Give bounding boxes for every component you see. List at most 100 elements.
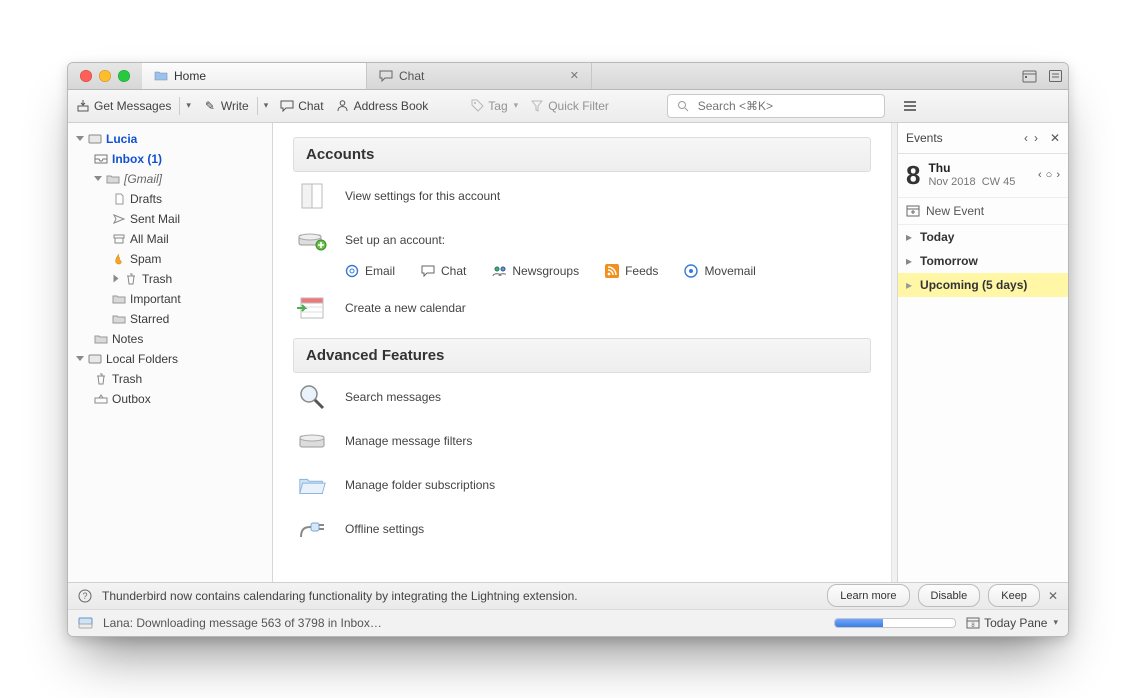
offline-settings-label: Offline settings <box>345 522 424 536</box>
download-icon <box>76 99 90 113</box>
rss-icon <box>605 264 619 278</box>
sidebar-outbox[interactable]: Outbox <box>72 389 272 409</box>
outbox-icon <box>94 393 108 405</box>
sidebar-drafts[interactable]: Drafts <box>72 189 272 209</box>
day-weekday: Thu <box>928 161 1015 175</box>
notes-label: Notes <box>112 332 143 346</box>
notification-text: Thunderbird now contains calendaring fun… <box>102 589 578 603</box>
get-messages-label: Get Messages <box>94 99 171 113</box>
sidebar-spam[interactable]: Spam <box>72 249 272 269</box>
manage-filters-label: Manage message filters <box>345 434 472 448</box>
group-icon <box>492 264 506 278</box>
events-tomorrow[interactable]: ▸ Tomorrow <box>898 249 1068 273</box>
progress-bar <box>834 618 956 628</box>
chat-button[interactable]: Chat <box>280 99 323 113</box>
events-title: Events <box>906 131 943 145</box>
sidebar-inbox[interactable]: Inbox (1) <box>72 149 272 169</box>
view-settings-link[interactable]: View settings for this account <box>297 182 867 210</box>
events-next-icon[interactable]: › <box>1034 131 1038 145</box>
sidebar-gmail[interactable]: [Gmail] <box>72 169 272 189</box>
quick-filter-button[interactable]: Quick Filter <box>530 99 609 113</box>
chip-feeds[interactable]: Feeds <box>605 264 658 278</box>
chip-chat[interactable]: Chat <box>421 264 466 278</box>
sent-icon <box>112 213 126 225</box>
events-prev-icon[interactable]: ‹ <box>1024 131 1028 145</box>
tag-label: Tag <box>488 99 507 113</box>
chip-movemail[interactable]: Movemail <box>684 264 755 278</box>
tab-home[interactable]: Home <box>142 63 367 89</box>
today-pane-toggle[interactable]: 8 Today Pane ▾ <box>966 616 1058 630</box>
sidebar-important[interactable]: Important <box>72 289 272 309</box>
search-messages-link[interactable]: Search messages <box>297 383 867 411</box>
app-window: Home Chat ✕ Get Messages ▾ ✎ Write <box>67 62 1069 637</box>
sidebar-starred[interactable]: Starred <box>72 309 272 329</box>
chevron-down-icon[interactable] <box>76 136 84 141</box>
zoom-window-button[interactable] <box>118 70 130 82</box>
tab-home-label: Home <box>174 69 206 83</box>
events-upcoming[interactable]: ▸ Upcoming (5 days) <box>898 273 1068 297</box>
plug-icon <box>297 515 327 543</box>
info-icon: ? <box>78 589 92 603</box>
sidebar-local-folders[interactable]: Local Folders <box>72 349 272 369</box>
manage-filters-link[interactable]: Manage message filters <box>297 427 867 455</box>
global-search[interactable] <box>667 94 885 118</box>
sidebar-local-trash[interactable]: Trash <box>72 369 272 389</box>
archive-icon <box>112 233 126 245</box>
important-label: Important <box>130 292 181 306</box>
close-window-button[interactable] <box>80 70 92 82</box>
folder-icon <box>106 173 120 185</box>
keep-button[interactable]: Keep <box>988 584 1040 607</box>
new-event-button[interactable]: New Event <box>898 198 1068 225</box>
chat-icon <box>421 264 435 278</box>
sidebar-trash[interactable]: Trash <box>72 269 272 289</box>
sidebar-all[interactable]: All Mail <box>72 229 272 249</box>
chevron-down-icon[interactable]: ▾ <box>186 100 191 111</box>
chevron-down-icon[interactable] <box>76 356 84 361</box>
tab-close-icon[interactable]: ✕ <box>570 69 579 82</box>
sidebar-notes[interactable]: Notes <box>72 329 272 349</box>
sent-label: Sent Mail <box>130 212 180 226</box>
address-book-button[interactable]: Address Book <box>336 99 429 113</box>
folder-icon <box>112 313 126 325</box>
offline-settings-link[interactable]: Offline settings <box>297 515 867 543</box>
calendar-plus-icon <box>906 204 920 218</box>
inbox-label: Inbox (1) <box>112 152 162 166</box>
page-icon <box>112 193 126 205</box>
minimize-window-button[interactable] <box>99 70 111 82</box>
search-input[interactable] <box>696 98 876 114</box>
tab-chat[interactable]: Chat ✕ <box>367 63 592 89</box>
learn-more-button[interactable]: Learn more <box>827 584 909 607</box>
local-label: Local Folders <box>106 352 178 366</box>
chevron-right-icon[interactable] <box>114 275 119 283</box>
calendar-tab-button[interactable] <box>1016 63 1042 89</box>
events-today[interactable]: ▸ Today <box>898 225 1068 249</box>
app-menu-button[interactable] <box>903 100 925 112</box>
calendar-add-icon <box>297 294 327 322</box>
write-button[interactable]: ✎ Write ▾ <box>203 97 268 115</box>
sidebar-sent[interactable]: Sent Mail <box>72 209 272 229</box>
sidebar-account[interactable]: Lucia <box>72 129 272 149</box>
disable-button[interactable]: Disable <box>918 584 981 607</box>
notification-close-icon[interactable]: ✕ <box>1048 589 1058 603</box>
accounts-heading: Accounts <box>293 137 871 172</box>
chip-newsgroups[interactable]: Newsgroups <box>492 264 579 278</box>
mailbox-icon <box>88 133 102 145</box>
manage-subscriptions-link[interactable]: Manage folder subscriptions <box>297 471 867 499</box>
magnifier-icon <box>297 383 327 411</box>
tasks-tab-button[interactable] <box>1042 63 1068 89</box>
chat-label: Chat <box>298 99 323 113</box>
events-close-icon[interactable]: ✕ <box>1050 131 1060 145</box>
get-messages-button[interactable]: Get Messages ▾ <box>76 97 191 115</box>
date-next-icon[interactable]: › <box>1056 169 1060 181</box>
tag-icon <box>470 99 484 113</box>
create-calendar-link[interactable]: Create a new calendar <box>297 294 867 322</box>
activity-icon <box>78 616 93 629</box>
view-settings-label: View settings for this account <box>345 189 500 203</box>
chip-email[interactable]: Email <box>345 264 395 278</box>
date-prev-icon[interactable]: ‹ <box>1038 169 1042 181</box>
add-drive-icon <box>297 226 327 254</box>
date-today-icon[interactable]: ○ <box>1046 169 1053 181</box>
tag-button[interactable]: Tag▾ <box>470 99 518 113</box>
chevron-down-icon[interactable]: ▾ <box>264 100 269 111</box>
chevron-down-icon[interactable] <box>94 176 102 181</box>
